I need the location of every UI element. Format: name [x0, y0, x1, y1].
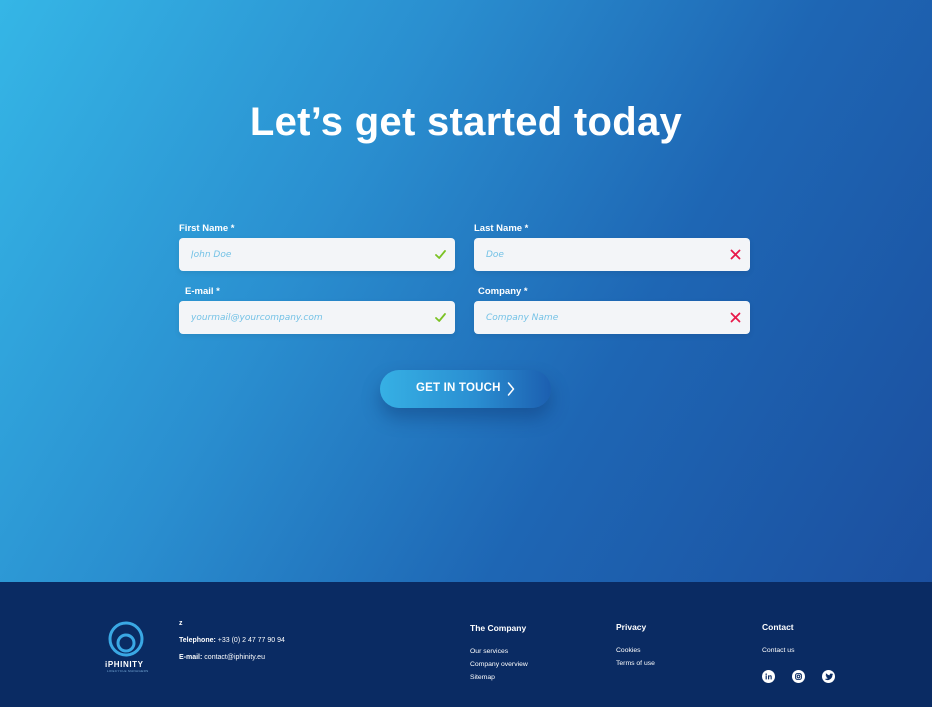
first-name-input[interactable] — [179, 238, 455, 271]
footer: iPHINITY LIFECYCLE MANAGERS z Telephone:… — [0, 582, 932, 707]
company-heading: The Company — [470, 623, 527, 633]
email-input[interactable] — [179, 301, 455, 334]
email-line: E-mail: contact@iphinity.eu — [179, 654, 265, 661]
last-name-label: Last Name * — [474, 223, 529, 234]
page-title: Let’s get started today — [249, 100, 683, 144]
first-name-field-wrapper — [179, 238, 455, 271]
contact-heading: Contact — [762, 622, 794, 632]
footer-link-sitemap[interactable]: Sitemap — [470, 674, 495, 681]
telephone-label: Telephone: — [179, 637, 216, 644]
instagram-icon[interactable] — [792, 670, 805, 683]
error-x-icon — [730, 249, 741, 260]
linkedin-icon[interactable] — [762, 670, 775, 683]
privacy-heading: Privacy — [616, 622, 647, 632]
logo-text: iPHINITY — [105, 660, 144, 669]
footer-link-contact-us[interactable]: Contact us — [762, 647, 795, 654]
footer-link-cookies[interactable]: Cookies — [616, 647, 641, 654]
company-label: Company * — [478, 286, 528, 297]
footer-link-company-overview[interactable]: Company overview — [470, 661, 528, 668]
error-x-icon — [730, 312, 741, 323]
logo-tagline: LIFECYCLE MANAGERS — [107, 669, 149, 673]
email-label: E-mail * — [185, 286, 220, 297]
telephone-line: Telephone: +33 (0) 2 47 77 90 94 — [179, 637, 285, 644]
company-input[interactable] — [474, 301, 750, 334]
footer-link-terms-of-use[interactable]: Terms of use — [616, 660, 655, 667]
email-value[interactable]: contact@iphinity.eu — [204, 654, 265, 661]
iphinity-logo-icon — [108, 621, 144, 657]
company-field-wrapper — [474, 301, 750, 334]
chevron-right-icon — [507, 382, 515, 396]
twitter-icon[interactable] — [822, 670, 835, 683]
email-field-wrapper — [179, 301, 455, 334]
footer-link-our-services[interactable]: Our services — [470, 648, 508, 655]
last-name-input[interactable] — [474, 238, 750, 271]
first-name-label: First Name * — [179, 223, 235, 234]
checkmark-icon — [435, 313, 446, 322]
address-marker: z — [179, 620, 183, 627]
hero-section: Let’s get started today First Name * Las… — [0, 0, 932, 582]
email-label-footer: E-mail: — [179, 654, 203, 661]
telephone-value: +33 (0) 2 47 77 90 94 — [217, 637, 285, 644]
get-in-touch-button[interactable]: GET IN TOUCH — [380, 370, 551, 408]
checkmark-icon — [435, 250, 446, 259]
get-in-touch-label: GET IN TOUCH — [416, 382, 501, 394]
last-name-field-wrapper — [474, 238, 750, 271]
